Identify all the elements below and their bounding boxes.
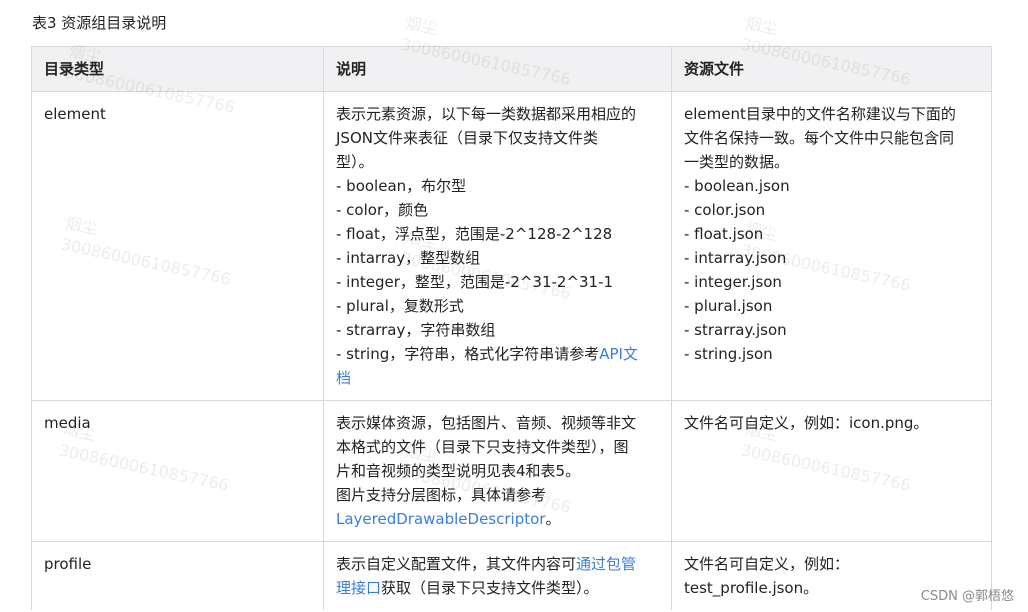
resource-directory-table: 目录类型 说明 资源文件 element 表示元素资源，以下每一类数据都采用相应… xyxy=(31,46,992,610)
cell-type: media xyxy=(31,400,324,542)
table-row-media: media 表示媒体资源，包括图片、音频、视频等非文 本格式的文件（目录下只支持… xyxy=(31,400,992,542)
desc-line: - color，颜色 xyxy=(336,201,429,219)
cell-description: 表示元素资源，以下每一类数据都采用相应的 JSON文件来表征（目录下仅支持文件类… xyxy=(323,91,672,401)
package-management-link[interactable]: 通过包管 xyxy=(576,555,636,573)
desc-line: 表示元素资源，以下每一类数据都采用相应的 xyxy=(336,105,637,123)
desc-line: - float，浮点型，范围是-2^128-2^128 xyxy=(336,225,613,243)
table-caption: 表3 资源组目录说明 xyxy=(32,14,167,32)
cell-type: profile xyxy=(31,541,324,610)
cell-description: 表示自定义配置文件，其文件内容可通过包管 理接口获取（目录下只支持文件类型）。 xyxy=(323,541,672,610)
header-dir-type: 目录类型 xyxy=(31,46,324,92)
header-description: 说明 xyxy=(323,46,672,92)
file-line: 文件名可自定义，例如： xyxy=(684,555,850,573)
file-line: 文件名可自定义，例如：icon.png。 xyxy=(684,414,929,432)
file-line: element目录中的文件名称建议与下面的 xyxy=(684,105,956,123)
file-line: - boolean.json xyxy=(684,177,790,195)
desc-line: 理接口获取（目录下只支持文件类型）。 xyxy=(336,576,659,600)
desc-text: 表示自定义配置文件，其文件内容可 xyxy=(336,555,577,573)
file-line: 文件名保持一致。每个文件中只能包含同 xyxy=(684,129,955,147)
cell-description: 表示媒体资源，包括图片、音频、视频等非文 本格式的文件（目录下只支持文件类型），… xyxy=(323,400,672,542)
desc-line-link: LayeredDrawableDescriptor。 xyxy=(336,507,659,531)
api-doc-link-continued[interactable]: 档 xyxy=(336,366,659,390)
desc-line: 图片支持分层图标，具体请参考 xyxy=(336,486,547,504)
desc-line: 本格式的文件（目录下只支持文件类型），图 xyxy=(336,438,629,456)
desc-line: JSON文件来表征（目录下仅支持文件类 xyxy=(336,129,598,147)
desc-line: - integer，整型，范围是-2^31-2^31-1 xyxy=(336,273,614,291)
file-line: - color.json xyxy=(684,201,766,219)
cell-files: element目录中的文件名称建议与下面的 文件名保持一致。每个文件中只能包含同… xyxy=(671,91,992,401)
layered-drawable-link[interactable]: LayeredDrawableDescriptor xyxy=(336,510,545,528)
file-line: 一类型的数据。 xyxy=(684,153,790,171)
desc-line: - boolean，布尔型 xyxy=(336,177,467,195)
desc-line: - plural，复数形式 xyxy=(336,297,464,315)
file-line: - plural.json xyxy=(684,297,773,315)
desc-text: 获取（目录下只支持文件类型）。 xyxy=(381,579,599,597)
package-management-link-continued[interactable]: 理接口 xyxy=(336,579,381,597)
desc-line: 表示媒体资源，包括图片、音频、视频等非文 xyxy=(336,414,637,432)
desc-line-string: - string，字符串，格式化字符串请参考API文 xyxy=(336,342,659,366)
api-doc-link[interactable]: API文 xyxy=(599,345,638,363)
table-row-profile: profile 表示自定义配置文件，其文件内容可通过包管 理接口获取（目录下只支… xyxy=(31,541,992,610)
desc-line: 表示自定义配置文件，其文件内容可通过包管 xyxy=(336,552,659,576)
table-row-element: element 表示元素资源，以下每一类数据都采用相应的 JSON文件来表征（目… xyxy=(31,91,992,401)
desc-line: - intarray，整型数组 xyxy=(336,249,481,267)
cell-files: 文件名可自定义，例如：icon.png。 xyxy=(671,400,992,542)
desc-line: 型）。 xyxy=(336,153,374,171)
header-resource-files: 资源文件 xyxy=(671,46,992,92)
desc-text: 。 xyxy=(545,510,561,528)
desc-line: - strarray，字符串数组 xyxy=(336,321,496,339)
watermark-name: 烟尘 xyxy=(403,12,440,39)
csdn-credit: CSDN @郭梧悠 xyxy=(920,589,1014,604)
watermark-name: 烟尘 xyxy=(743,12,780,39)
cell-type: element xyxy=(31,91,324,401)
file-line: - string.json xyxy=(684,345,773,363)
desc-line: 片和音视频的类型说明见表4和表5。 xyxy=(336,462,581,480)
file-line: - float.json xyxy=(684,225,764,243)
desc-text: - string，字符串，格式化字符串请参考 xyxy=(336,345,600,363)
file-line: - intarray.json xyxy=(684,249,787,267)
table-header-row: 目录类型 说明 资源文件 xyxy=(31,46,992,92)
file-line: - integer.json xyxy=(684,273,782,291)
file-line: - strarray.json xyxy=(684,321,787,339)
document-page: 表3 资源组目录说明 目录类型 说明 资源文件 element 表示元素资源，以… xyxy=(0,0,1028,612)
